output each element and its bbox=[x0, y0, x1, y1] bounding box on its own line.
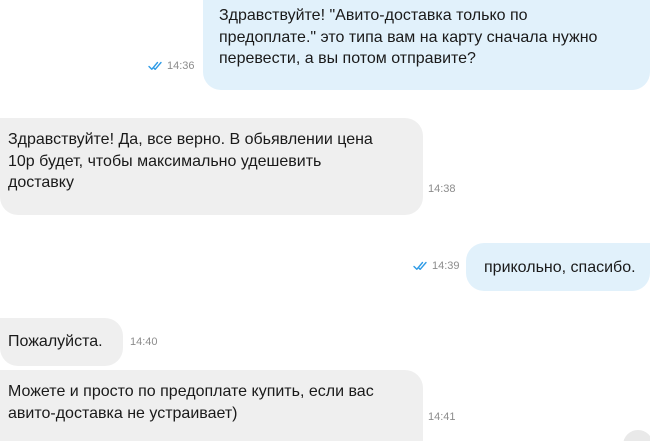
message-text-line: прикольно, спасибо. bbox=[484, 259, 636, 276]
chat-thread: 14:36 Здравствуйте! "Авито-доставка толь… bbox=[0, 0, 650, 441]
double-check-icon bbox=[148, 61, 164, 71]
message-meta: 14:40 bbox=[130, 336, 158, 348]
message-text-line: Можете и просто по предоплате купить, ес… bbox=[8, 383, 374, 400]
message-time: 14:38 bbox=[428, 183, 456, 195]
incoming-message-bubble[interactable]: Можете и просто по предоплате купить, ес… bbox=[0, 370, 423, 441]
message-meta: 14:41 bbox=[428, 411, 456, 423]
message-time: 14:40 bbox=[130, 336, 158, 348]
message-time: 14:36 bbox=[167, 60, 195, 72]
message-text-line: авито-доставка не устраивает) bbox=[8, 404, 238, 422]
incoming-message-bubble[interactable]: Здравствуйте! Да, все верно. В обьявлени… bbox=[0, 118, 423, 215]
message-text-line: Здравствуйте! "Авито-доставка только по bbox=[219, 7, 528, 24]
message-text-line: доставку bbox=[8, 174, 74, 191]
outgoing-message-bubble[interactable]: Здравствуйте! "Авито-доставка только по … bbox=[203, 0, 650, 90]
message-time: 14:41 bbox=[428, 411, 456, 423]
message-meta: 14:39 bbox=[413, 260, 460, 272]
message-text-line: Пожалуйста. bbox=[8, 333, 103, 350]
message-time: 14:39 bbox=[432, 260, 460, 272]
message-meta: 14:38 bbox=[428, 183, 456, 195]
outgoing-message-bubble[interactable]: прикольно, спасибо. bbox=[466, 243, 650, 291]
message-text-line: предоплате." это типа вам на карту снача… bbox=[219, 28, 598, 46]
incoming-message-bubble[interactable]: Пожалуйста. bbox=[0, 318, 123, 366]
double-check-icon bbox=[413, 261, 429, 271]
message-meta: 14:36 bbox=[148, 60, 195, 72]
message-text-line: Здравствуйте! Да, все верно. В обьявлени… bbox=[8, 131, 373, 148]
message-text-line: перевести, а вы потом отправите? bbox=[219, 50, 476, 67]
scroll-to-bottom-button[interactable] bbox=[623, 430, 650, 441]
message-text-line: 10р будет, чтобы максимально удешевить bbox=[8, 152, 322, 170]
